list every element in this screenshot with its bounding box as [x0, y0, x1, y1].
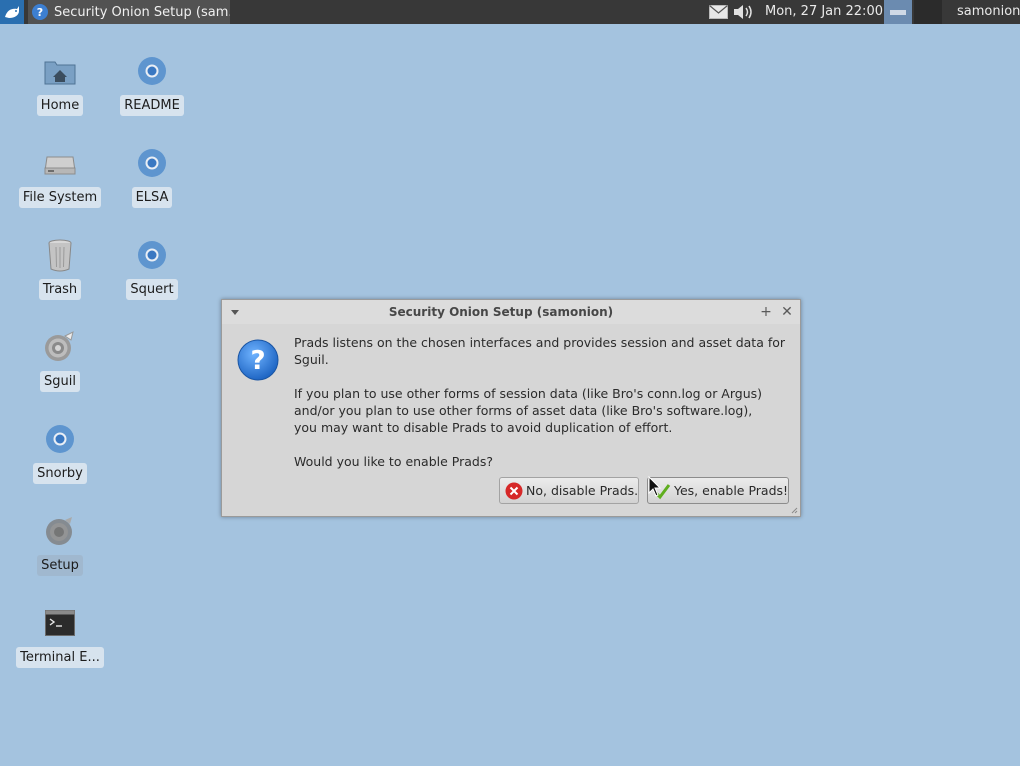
- enable-prads-label: Yes, enable Prads!: [674, 483, 789, 498]
- workspace-2[interactable]: [914, 0, 942, 24]
- desktop-icon-label: Setup: [37, 555, 83, 576]
- desktop-icon-label: Sguil: [40, 371, 80, 392]
- desktop-icon-label: Snorby: [33, 463, 87, 484]
- trash-icon: [48, 239, 72, 272]
- taskbar-window-title: Security Onion Setup (sam...: [54, 4, 230, 20]
- maximize-icon[interactable]: +: [759, 305, 773, 319]
- message-line: If you plan to use other forms of sessio…: [294, 386, 763, 401]
- desktop-icon-elsa[interactable]: ELSA: [107, 145, 197, 225]
- desktop-icon-home[interactable]: Home: [15, 53, 105, 133]
- taskbar-window-button[interactable]: ? Security Onion Setup (sam...: [28, 0, 230, 24]
- onion-icon: [46, 517, 72, 545]
- message-question: Would you like to enable Prads?: [294, 454, 493, 469]
- dialog-titlebar[interactable]: Security Onion Setup (samonion) + ✕: [222, 300, 800, 324]
- disable-prads-label: No, disable Prads.: [526, 483, 639, 498]
- home-folder-icon: [44, 61, 76, 85]
- chromium-icon: [138, 149, 166, 177]
- setup-dialog: Security Onion Setup (samonion) + ✕ ? Pr…: [221, 299, 801, 517]
- chromium-icon: [46, 425, 74, 453]
- desktop-icon-setup[interactable]: Setup: [15, 513, 105, 593]
- desktop-icon-readme[interactable]: README: [107, 53, 197, 133]
- workspace-1[interactable]: [884, 0, 912, 24]
- terminal-icon: [45, 610, 75, 636]
- cancel-icon: [505, 482, 523, 499]
- drive-icon: [44, 156, 76, 175]
- desktop-icon-sguil[interactable]: Sguil: [15, 329, 105, 409]
- desktop-icon-terminal[interactable]: Terminal E...: [15, 605, 105, 685]
- top-panel: ? Security Onion Setup (sam... Mon, 27 J…: [0, 0, 1020, 24]
- resize-grip-icon[interactable]: [791, 507, 798, 514]
- applications-menu-button[interactable]: [0, 0, 24, 24]
- message-line: you may want to disable Prads to avoid d…: [294, 420, 673, 435]
- chromium-icon: [138, 57, 166, 85]
- user-menu[interactable]: samonion: [957, 0, 1020, 24]
- close-icon[interactable]: ✕: [780, 305, 794, 319]
- enable-prads-button[interactable]: Yes, enable Prads!: [647, 477, 789, 504]
- desktop-icon-label: Terminal E...: [16, 647, 104, 668]
- desktop-icon-label: Trash: [38, 279, 82, 300]
- desktop-icon-trash[interactable]: Trash: [15, 237, 105, 317]
- help-question-icon: ?: [32, 4, 48, 20]
- desktop-icon-file-system[interactable]: File System: [15, 145, 105, 225]
- desktop-icon-label: Home: [36, 95, 84, 116]
- disable-prads-button[interactable]: No, disable Prads.: [499, 477, 639, 504]
- panel-clock[interactable]: Mon, 27 Jan 22:00: [765, 0, 883, 24]
- message-line: Prads listens on the chosen interfaces a…: [294, 335, 786, 367]
- dialog-message: Prads listens on the chosen interfaces a…: [294, 334, 794, 470]
- svg-text:?: ?: [250, 346, 265, 376]
- mail-icon[interactable]: [709, 5, 728, 19]
- volume-icon[interactable]: [732, 3, 754, 21]
- desktop-icon-label: Squert: [126, 279, 178, 300]
- dialog-title: Security Onion Setup (samonion): [388, 305, 614, 319]
- desktop-icon-snorby[interactable]: Snorby: [15, 421, 105, 501]
- message-line: and/or you plan to use other forms of as…: [294, 403, 753, 418]
- sguil-icon: [45, 331, 74, 361]
- question-icon: ?: [237, 339, 279, 381]
- desktop-icon-squert[interactable]: Squert: [107, 237, 197, 317]
- desktop-icon-label: README: [120, 95, 184, 116]
- mouse-cursor-icon: [648, 476, 662, 497]
- xfce-mouse-icon: [5, 6, 19, 18]
- desktop-icon-label: File System: [18, 187, 102, 208]
- chromium-icon: [138, 241, 166, 269]
- desktop-icon-label: ELSA: [131, 187, 173, 208]
